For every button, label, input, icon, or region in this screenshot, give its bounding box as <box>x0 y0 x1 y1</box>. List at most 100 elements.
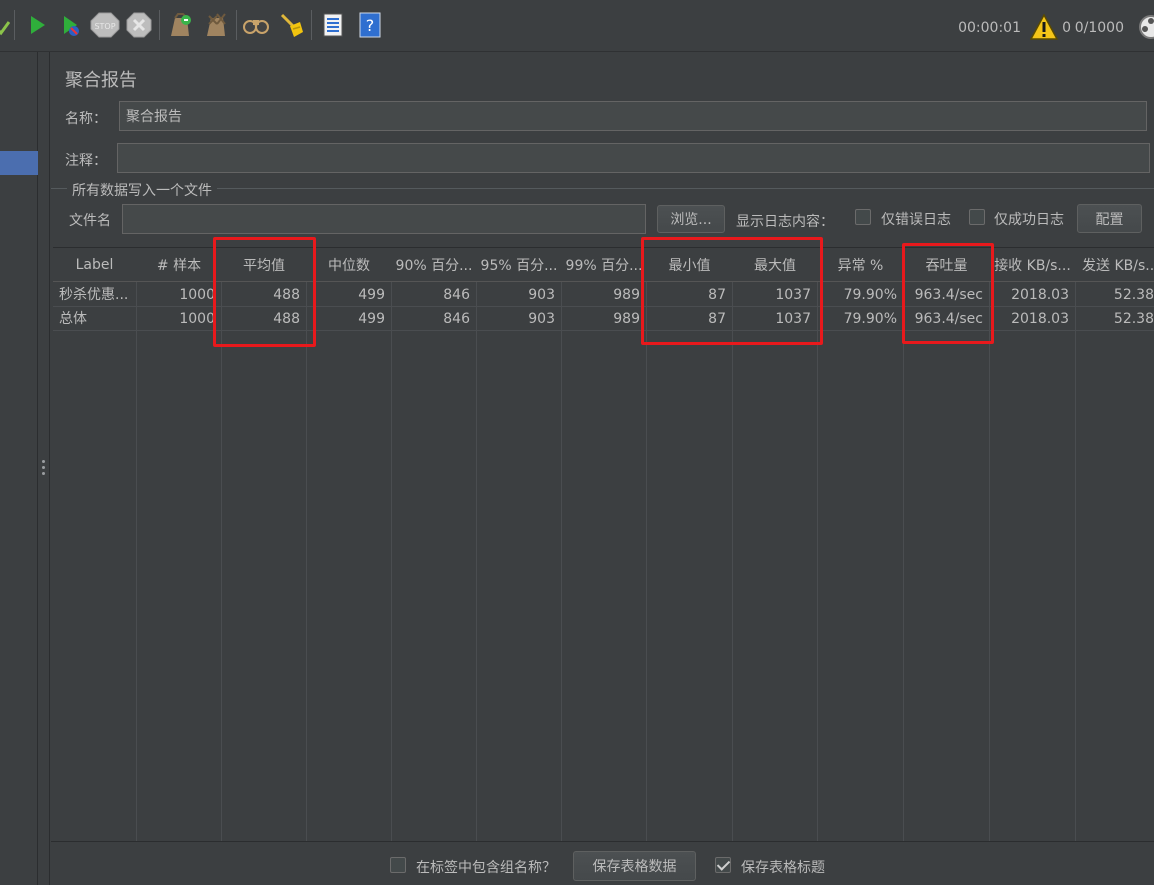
cell-samples: 1000 <box>179 311 215 327</box>
svg-text:?: ? <box>366 16 375 35</box>
toolbar-separator <box>311 10 312 40</box>
table-header: Label # 样本 平均值 中位数 90% 百分... 95% 百分... 9… <box>53 248 1154 282</box>
errors-only-label: 仅错误日志 <box>881 212 951 228</box>
column-divider <box>561 248 562 841</box>
warning-icon[interactable] <box>1030 14 1058 40</box>
column-divider <box>989 248 990 841</box>
table-row[interactable]: 总体 1000 488 499 846 903 989 87 1037 79.9… <box>53 307 1154 331</box>
column-divider <box>306 248 307 841</box>
toolbar-separator <box>159 10 160 40</box>
table-options-bar: 在标签中包含组名称？ 保存表格数据 保存表格标题 <box>51 841 1154 885</box>
cell-samples: 1000 <box>179 287 215 303</box>
cell-label: 总体 <box>59 311 87 327</box>
start-icon[interactable] <box>24 12 50 38</box>
header-95-percentile[interactable]: 95% 百分... <box>477 248 561 282</box>
cell-max: 1037 <box>775 287 811 303</box>
warning-count: 0 <box>1062 20 1071 36</box>
header-throughput[interactable]: 吞吐量 <box>904 248 989 282</box>
success-only-checkbox[interactable] <box>969 209 985 225</box>
table-row[interactable]: 秒杀优惠... 1000 488 499 846 903 989 87 1037… <box>53 283 1154 307</box>
column-divider <box>732 248 733 841</box>
file-label: 文件名 <box>69 213 111 229</box>
reset-search-icon[interactable] <box>278 12 304 38</box>
comment-label: 注释： <box>65 153 107 169</box>
clear-icon[interactable] <box>167 12 193 38</box>
header-99-percentile[interactable]: 99% 百分... <box>562 248 646 282</box>
comment-field[interactable] <box>117 143 1150 173</box>
cell-throughput: 963.4/sec <box>914 311 983 327</box>
column-divider <box>1075 248 1076 841</box>
include-group-name-checkbox[interactable] <box>390 857 406 873</box>
cell-average: 488 <box>273 287 300 303</box>
header-received-kbs[interactable]: 接收 KB/s... <box>990 248 1075 282</box>
header-label[interactable]: Label <box>53 248 136 282</box>
cell-max: 1037 <box>775 311 811 327</box>
tree-selected-item[interactable] <box>0 151 38 175</box>
cell-sent-kbs: 52.38 <box>1113 311 1154 327</box>
svg-text:STOP: STOP <box>94 22 115 31</box>
column-divider <box>136 248 137 841</box>
toolbar-separator <box>14 10 15 40</box>
test-plan-tree[interactable] <box>0 52 38 885</box>
header-sent-kbs[interactable]: 发送 KB/s... <box>1076 248 1154 282</box>
cell-min: 87 <box>708 311 726 327</box>
stop-icon[interactable]: STOP <box>90 12 120 38</box>
cell-90-percentile: 846 <box>443 287 470 303</box>
errors-only-checkbox[interactable] <box>855 209 871 225</box>
splitter-handle-icon[interactable] <box>42 460 46 478</box>
cell-received-kbs: 2018.03 <box>1011 311 1069 327</box>
results-table[interactable]: Label # 样本 平均值 中位数 90% 百分... 95% 百分... 9… <box>53 247 1154 841</box>
aggregate-report-panel: 聚合报告 名称： 注释： 所有数据写入一个文件 文件名 浏览... 显示日志内容… <box>51 52 1154 885</box>
column-divider <box>476 248 477 841</box>
start-no-pause-icon[interactable] <box>58 12 84 38</box>
function-helper-icon[interactable] <box>320 12 346 38</box>
page-title: 聚合报告 <box>65 70 137 91</box>
header-samples[interactable]: # 样本 <box>137 248 221 282</box>
header-median[interactable]: 中位数 <box>307 248 391 282</box>
remote-status-icon <box>1139 15 1154 39</box>
toolbar-separator <box>236 10 237 40</box>
header-error-percent[interactable]: 异常 % <box>818 248 903 282</box>
save-table-header-label: 保存表格标题 <box>741 860 825 876</box>
write-to-file-group-title: 所有数据写入一个文件 <box>67 180 217 200</box>
column-divider <box>646 248 647 841</box>
cell-median: 499 <box>358 287 385 303</box>
name-label: 名称： <box>65 111 107 127</box>
cell-90-percentile: 846 <box>443 311 470 327</box>
cell-error-percent: 79.90% <box>843 287 897 303</box>
save-table-header-checkbox[interactable] <box>715 857 731 873</box>
header-average[interactable]: 平均值 <box>222 248 306 282</box>
configure-button[interactable]: 配置 <box>1077 204 1142 233</box>
header-min[interactable]: 最小值 <box>647 248 732 282</box>
save-table-data-button[interactable]: 保存表格数据 <box>573 851 696 881</box>
column-divider <box>903 248 904 841</box>
cell-sent-kbs: 52.38 <box>1113 287 1154 303</box>
cell-throughput: 963.4/sec <box>914 287 983 303</box>
search-icon[interactable] <box>243 12 269 38</box>
cell-99-percentile: 989 <box>613 311 640 327</box>
active-threads: 0/1000 <box>1074 20 1124 36</box>
shutdown-icon[interactable] <box>126 12 152 38</box>
column-divider <box>817 248 818 841</box>
toolbar: STOP ? 00:00:01 0 0/1000 <box>0 0 1154 52</box>
checkmark-icon[interactable] <box>0 12 10 38</box>
cell-99-percentile: 989 <box>613 287 640 303</box>
cell-min: 87 <box>708 287 726 303</box>
header-max[interactable]: 最大值 <box>733 248 817 282</box>
header-90-percentile[interactable]: 90% 百分... <box>392 248 476 282</box>
cell-95-percentile: 903 <box>528 287 555 303</box>
clear-all-icon[interactable] <box>203 12 229 38</box>
cell-95-percentile: 903 <box>528 311 555 327</box>
browse-button[interactable]: 浏览... <box>657 205 725 233</box>
pane-splitter[interactable] <box>38 52 50 885</box>
log-display-label: 显示日志内容： <box>736 214 834 230</box>
cell-median: 499 <box>358 311 385 327</box>
help-icon[interactable]: ? <box>357 12 383 38</box>
cell-average: 488 <box>273 311 300 327</box>
column-divider <box>391 248 392 841</box>
name-field[interactable] <box>119 101 1147 131</box>
success-only-label: 仅成功日志 <box>994 212 1064 228</box>
cell-error-percent: 79.90% <box>843 311 897 327</box>
cell-received-kbs: 2018.03 <box>1011 287 1069 303</box>
filename-field[interactable] <box>122 204 646 234</box>
